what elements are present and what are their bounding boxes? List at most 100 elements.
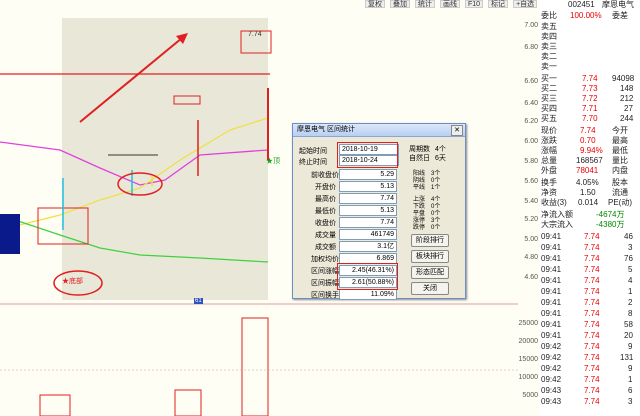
stat-label: 成交额 [315,244,336,251]
close-button[interactable]: 关闭 [411,282,449,295]
stat-label: 最低价 [315,208,336,215]
close-icon[interactable]: ✕ [451,125,463,136]
tick-time: 09:41 [541,320,562,329]
tick-price: 7.74 [584,254,600,263]
axis-tick: 6.20 [524,118,538,125]
change-highlight [337,263,398,290]
tick-volume: 3 [628,243,633,252]
interval-stats-dialog: 摩恩电气 区间统计 ✕ 起始时间 2018-10-19 终止时间 2018-10… [292,123,466,300]
buy-label: 买四 [541,104,557,113]
pattern-match-button[interactable]: 形态匹配 [411,266,449,279]
buy-row: 买一 7.74 94098 [540,74,640,84]
buy-label: 买五 [541,114,557,123]
stage-rank-button[interactable]: 阶段排行 [411,234,449,247]
stock-header: 002451 摩恩电气 [540,0,640,10]
sell-label: 卖二 [541,52,557,61]
natural-days-label: 自然日 [409,155,430,162]
axis-tick: 5.80 [524,158,538,165]
toolbar-draw-button[interactable]: 画线 [440,0,460,8]
tick-row: 09:41 7.74 46 [540,232,640,242]
tick-time: 09:43 [541,386,562,395]
date-range-highlight [337,142,398,168]
buy-price: 7.71 [582,104,598,113]
toolbar-restore-button[interactable]: 复权 [365,0,385,8]
stat-value: 5.13 [339,181,397,192]
sell-row: 卖五 [540,22,640,32]
flat-label: 平线 [413,185,426,191]
stat-value: 7.74 [339,193,397,204]
stock-name: 摩恩电气 [602,0,634,9]
toolbar-f10-button[interactable]: F10 [465,0,484,8]
quote-label-2: 最高 [612,136,628,145]
toolbar-stats-button[interactable]: 统计 [415,0,435,8]
buy-volume: 244 [620,114,634,123]
tick-row: 09:42 7.74 1 [540,375,640,385]
ratio-value: 100.00% [570,11,602,20]
quote-value: 78041 [576,166,599,175]
selected-range [62,18,268,300]
quote-row: 收益(3) 0.014 PE(动) [540,198,640,208]
stat-value: 5.29 [339,169,397,180]
start-time-label: 起始时间 [299,148,327,155]
axis-tick-volume: 10000 [518,374,538,381]
limitdown-label: 跌停 [413,225,426,231]
tick-row: 09:42 7.74 9 [540,342,640,352]
stat-label: 加权均价 [311,256,339,263]
quote-value: 168567 [576,156,603,165]
tick-row: 09:41 7.74 20 [540,331,640,341]
tick-time: 09:42 [541,342,562,351]
quote-label-2: 流通 [612,188,628,197]
sell-label: 卖四 [541,32,557,41]
quote-label: 涨跌 [541,136,557,145]
tick-volume: 9 [628,364,633,373]
axis-tick: 5.40 [524,198,538,205]
stat-value: 461749 [339,229,397,240]
tick-time: 09:43 [541,397,562,406]
stat-label: 区间涨幅 [311,268,339,275]
stock-code: 002451 [568,0,595,9]
axis-tick: 7.00 [524,22,538,29]
tick-volume: 3 [628,397,633,406]
quote-label: 净流入额 [541,210,573,219]
tick-price: 7.74 [584,353,600,362]
tick-price: 7.74 [584,232,600,241]
quote-row: 总量 168567 量比 [540,156,640,166]
tick-volume: 1 [628,287,633,296]
tick-volume: 6 [628,386,633,395]
quote-value: 9.94% [580,146,603,155]
axis-tick-volume: 5000 [522,392,538,399]
axis-tick: 5.20 [524,216,538,223]
volume-bar-2 [174,389,202,416]
tick-time: 09:41 [541,309,562,318]
buy-row: 买四 7.71 27 [540,104,640,114]
quote-value: -4674万 [596,210,625,219]
natural-days-value: 6天 [435,155,446,162]
top-price-label: 7.74 [248,31,262,38]
tick-price: 7.74 [584,243,600,252]
quote-row: 换手 4.05% 股本 [540,178,640,188]
toolbar-overlay-button[interactable]: 叠加 [390,0,410,8]
tick-row: 09:41 7.74 1 [540,287,640,297]
tick-row: 09:42 7.74 131 [540,353,640,363]
tick-row: 09:43 7.74 6 [540,386,640,396]
sell-row: 卖三 [540,42,640,52]
tick-time: 09:41 [541,287,562,296]
axis-tick-volume: 20000 [518,338,538,345]
quote-row: 现价 7.74 今开 [540,126,640,136]
axis-tick-volume: 15000 [518,356,538,363]
axis-tick: 6.00 [524,138,538,145]
tick-time: 09:41 [541,243,562,252]
limitdown-value: 0个 [431,225,441,231]
tick-price: 7.74 [584,375,600,384]
tick-row: 09:41 7.74 5 [540,265,640,275]
buy-volume: 27 [624,104,633,113]
quote-label: 总量 [541,156,557,165]
axis-tick: 4.60 [524,274,538,281]
sector-rank-button[interactable]: 板块排行 [411,250,449,263]
tick-time: 09:42 [541,375,562,384]
quote-row: 外盘 78041 内盘 [540,166,640,176]
sell-label: 卖五 [541,22,557,31]
tick-price: 7.74 [584,309,600,318]
quote-label: 外盘 [541,166,557,175]
toolbar-mark-button[interactable]: 标记 [488,0,509,8]
